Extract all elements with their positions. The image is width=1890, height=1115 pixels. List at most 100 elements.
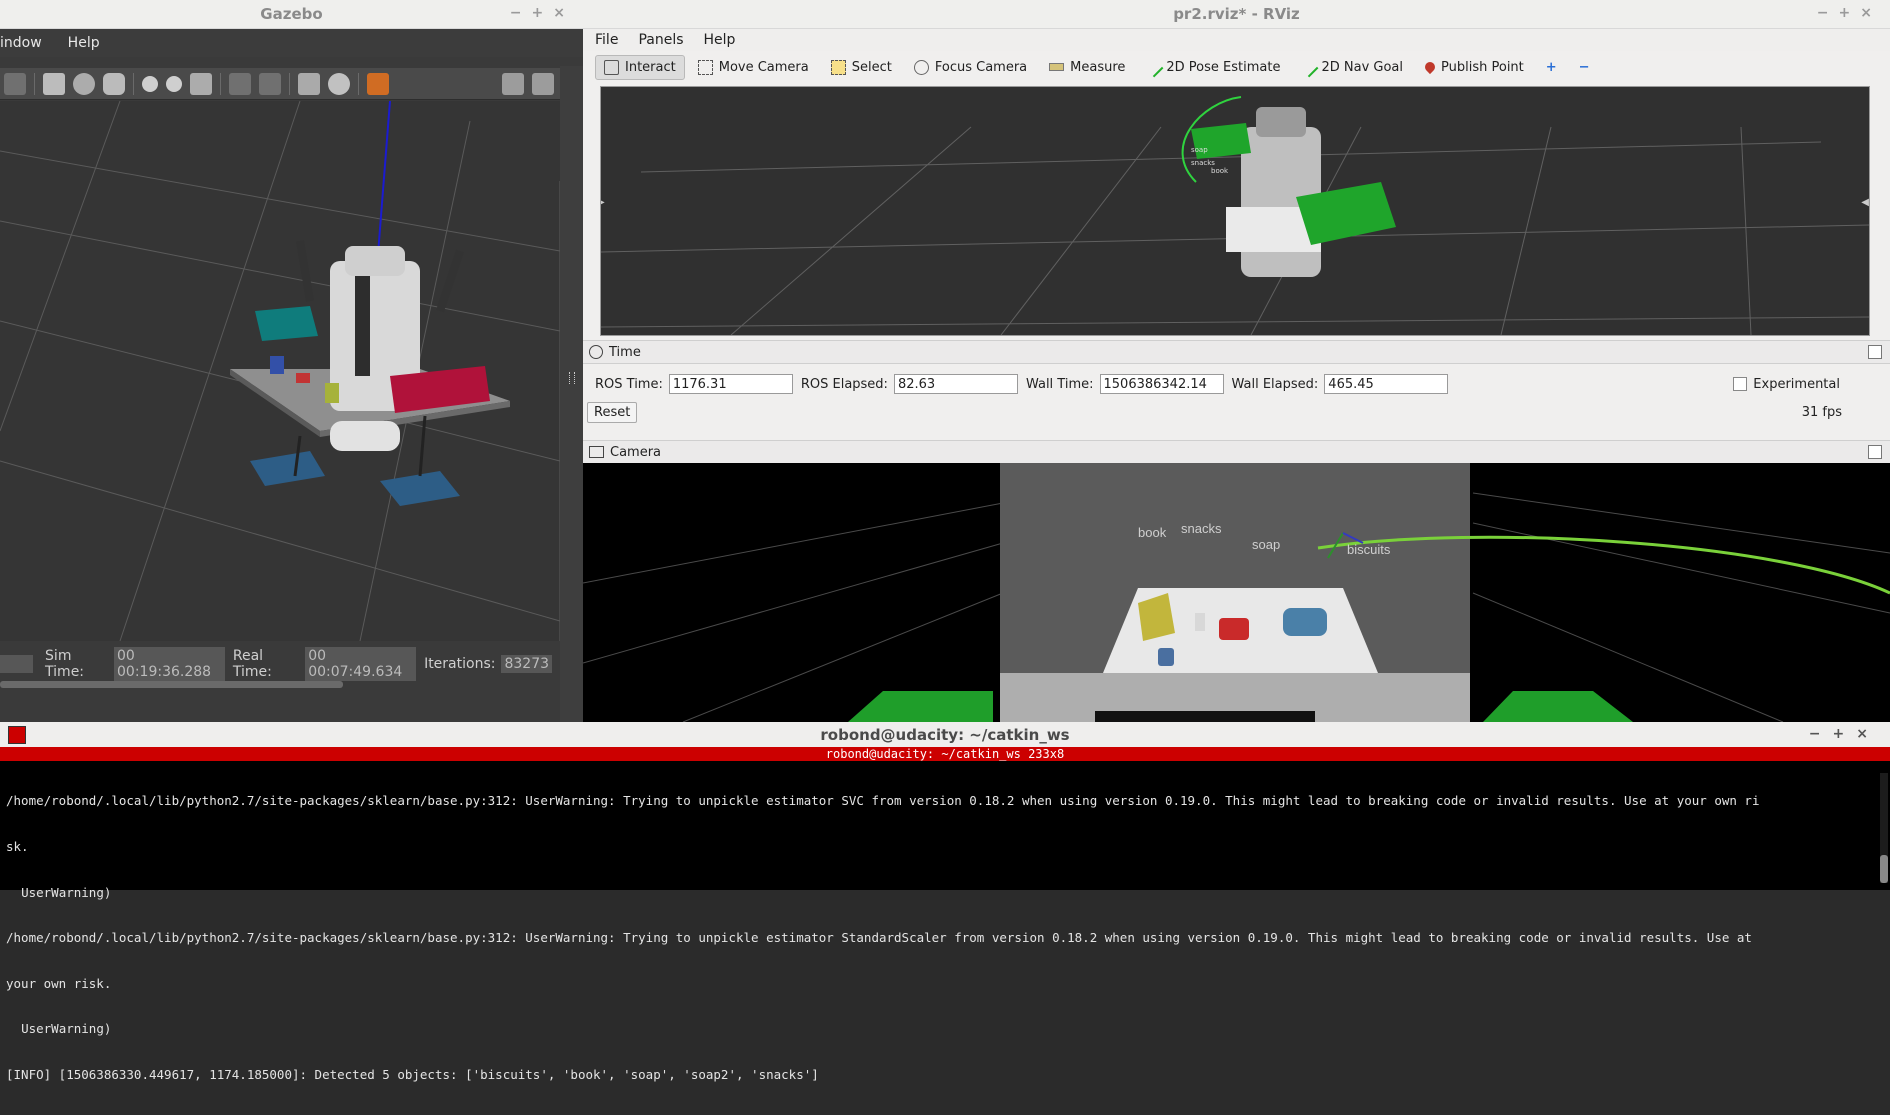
hand-pointer-icon — [604, 59, 619, 75]
gazebo-menu-window[interactable]: indow — [0, 35, 42, 51]
collapse-left-icon[interactable]: ▶ — [601, 197, 605, 208]
rviz-3d-viewport[interactable]: soap snacks book ▶ ◀ — [600, 86, 1870, 336]
copy-icon[interactable] — [229, 72, 251, 95]
gazebo-status-bar: Sim Time: 00 00:19:36.288 Real Time: 00 … — [0, 647, 560, 681]
map-pin-icon — [1422, 59, 1438, 75]
experimental-checkbox[interactable] — [1733, 377, 1748, 391]
camera-image-view[interactable]: book snacks soap biscuits — [583, 463, 1890, 722]
toolbar-separator — [220, 72, 221, 95]
gazebo-horizontal-scrollbar[interactable] — [0, 681, 343, 688]
box-shape-icon[interactable] — [43, 72, 65, 95]
tool-move-camera[interactable]: Move Camera — [689, 55, 818, 80]
camera-label-snacks: snacks — [1181, 521, 1222, 536]
splitter-grip-icon[interactable] — [569, 372, 575, 384]
terminal-output[interactable]: /home/robond/.local/lib/python2.7/site-p… — [0, 761, 1868, 1115]
wall-time-label: Wall Time: — [1025, 376, 1094, 392]
cylinder-shape-icon[interactable] — [103, 72, 125, 95]
tool-select-label: Select — [851, 59, 892, 75]
wall-elapsed-input[interactable]: 465.45 — [1324, 374, 1449, 394]
collapse-right-icon[interactable]: ◀ — [1861, 197, 1869, 208]
green-arrow-icon — [1299, 57, 1319, 77]
ruler-icon — [1049, 63, 1065, 71]
terminal-line: /home/robond/.local/lib/python2.7/site-p… — [6, 793, 1760, 809]
toolbar-separator — [133, 72, 134, 95]
spot-light-icon[interactable] — [190, 72, 212, 95]
iterations-value: 83273 — [501, 655, 553, 673]
add-tool-button[interactable]: + — [1537, 55, 1566, 80]
table-leg — [418, 415, 427, 477]
real-time-label: Real Time: — [232, 648, 272, 680]
view-label: soap — [1191, 146, 1208, 154]
experimental-toggle[interactable]: Experimental — [1733, 377, 1840, 392]
panel-float-button[interactable] — [1868, 345, 1882, 359]
teal-dropbox — [255, 306, 318, 341]
camera-green-bin — [1483, 691, 1633, 722]
camera-label-book: book — [1138, 525, 1167, 540]
terminal-line: UserWarning) — [6, 884, 112, 900]
terminal-title: robond@udacity: ~/catkin_ws — [820, 725, 1070, 744]
fps-readout: 31 fps — [1801, 405, 1842, 420]
pr2-robot-torso — [355, 276, 370, 376]
gazebo-side-panel-handle[interactable] — [560, 66, 583, 722]
wall-time-field: Wall Time: 1506386342.14 — [1026, 374, 1224, 394]
crosshair-icon — [913, 59, 929, 75]
panel-float-button[interactable] — [1868, 445, 1882, 459]
sun-light-icon[interactable] — [142, 75, 158, 92]
camera-green-bin — [848, 691, 993, 722]
toolbar-separator — [289, 72, 290, 95]
tool-publish-point[interactable]: Publish Point — [1416, 55, 1533, 80]
snap-magnet-icon[interactable] — [328, 72, 350, 95]
reset-button[interactable]: Reset — [587, 402, 638, 423]
view-label: book — [1211, 167, 1229, 175]
tool-2d-pose-estimate[interactable]: 2D Pose Estimate — [1138, 55, 1289, 80]
experimental-label: Experimental — [1753, 376, 1840, 392]
camera-screenshot-icon[interactable] — [502, 72, 524, 95]
terminal-tab-label[interactable]: robond@udacity: ~/catkin_ws 233x8 — [0, 747, 1890, 761]
terminal-line: UserWarning) — [6, 1021, 112, 1037]
rviz-menu-file[interactable]: File — [595, 32, 618, 48]
wall-elapsed-label: Wall Elapsed: — [1231, 376, 1319, 392]
ros-time-input[interactable]: 1176.31 — [668, 374, 793, 394]
terminal-window-controls[interactable]: −+× — [1809, 726, 1880, 742]
tool-move-camera-label: Move Camera — [718, 59, 809, 75]
tool-interact[interactable]: Interact — [595, 54, 685, 80]
terminal-line: [INFO] [1506386330.449617, 1174.185000]:… — [6, 1067, 819, 1083]
gazebo-menu-help[interactable]: Help — [68, 35, 100, 51]
camera-snacks-object — [1158, 648, 1174, 666]
pr2-left-arm — [296, 240, 314, 302]
rviz-scene: soap snacks book — [601, 96, 1869, 335]
tool-2d-nav-goal[interactable]: 2D Nav Goal — [1293, 55, 1412, 80]
soap-object — [296, 373, 310, 383]
tool-measure[interactable]: Measure — [1040, 55, 1134, 80]
wall-time-input[interactable]: 1506386342.14 — [1099, 374, 1224, 394]
sim-time-value: 00 00:19:36.288 — [114, 647, 225, 681]
gazebo-titlebar: Gazebo −+× — [0, 0, 583, 29]
terminal-scrollbar[interactable] — [1880, 773, 1888, 883]
ros-elapsed-input[interactable]: 82.63 — [893, 374, 1018, 394]
align-icon[interactable] — [298, 72, 320, 95]
terminal-scroll-thumb[interactable] — [1880, 855, 1888, 883]
rviz-menu-panels[interactable]: Panels — [638, 32, 683, 48]
point-light-icon[interactable] — [166, 75, 182, 92]
gazebo-window-controls[interactable]: −+× — [510, 5, 575, 21]
camera-book-object — [1283, 608, 1327, 636]
tool-focus-camera[interactable]: Focus Camera — [905, 55, 1036, 80]
tool-select[interactable]: Select — [822, 55, 901, 80]
real-time-value: 00 00:07:49.634 — [305, 647, 417, 681]
log-icon[interactable] — [532, 72, 554, 95]
paste-icon[interactable] — [259, 72, 281, 95]
camera-icon — [589, 446, 604, 458]
time-panel: Time ROS Time: 1176.31 ROS Elapsed: 82.6… — [583, 340, 1890, 423]
play-icon[interactable] — [4, 72, 26, 95]
view-angle-icon[interactable] — [367, 72, 389, 95]
tool-publish-point-label: Publish Point — [1441, 59, 1524, 75]
gazebo-3d-viewport[interactable] — [0, 101, 560, 641]
tool-interact-label: Interact — [625, 59, 676, 75]
gazebo-scene — [0, 101, 560, 641]
rviz-menu-help[interactable]: Help — [704, 32, 736, 48]
book-object — [270, 356, 284, 374]
rviz-window-controls[interactable]: −+× — [1817, 5, 1882, 21]
sphere-shape-icon[interactable] — [73, 72, 95, 95]
remove-tool-button[interactable]: − — [1570, 55, 1599, 80]
camera-panel-title: Camera — [610, 444, 662, 460]
